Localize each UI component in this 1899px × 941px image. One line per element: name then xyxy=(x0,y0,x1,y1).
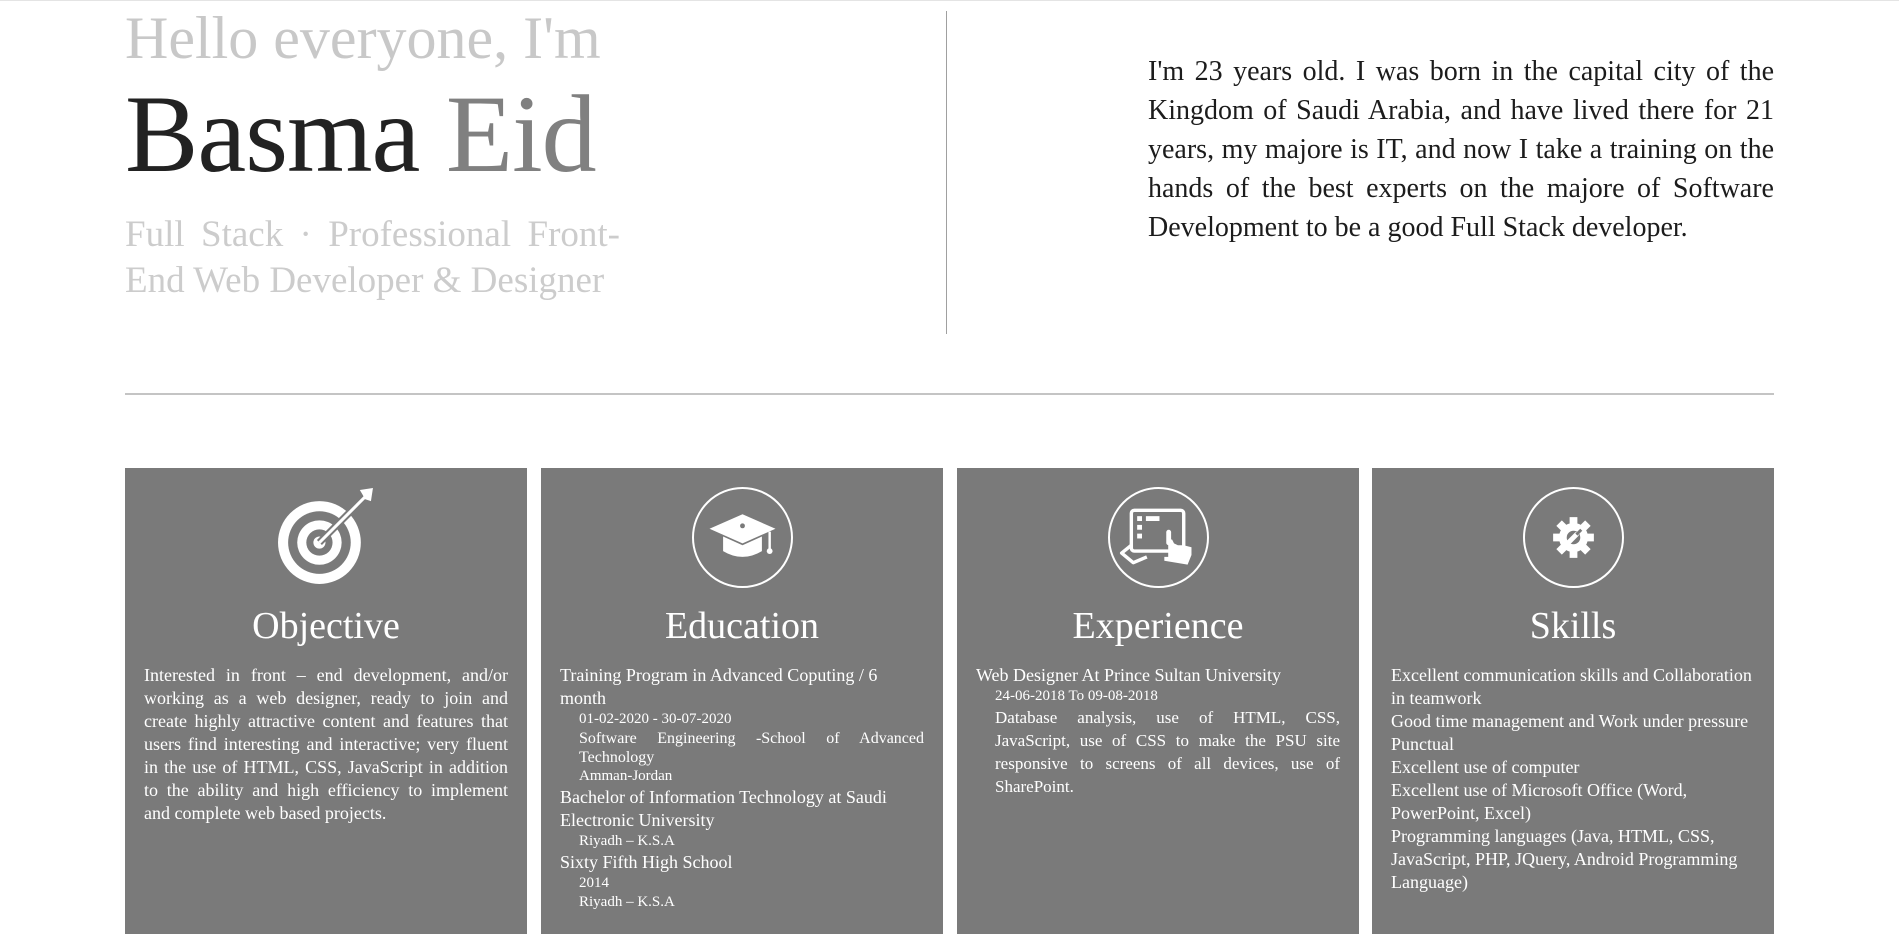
info-cards: Objective Interested in front – end deve… xyxy=(125,468,1774,934)
experience-description: Database analysis, use of HTML, CSS, Jav… xyxy=(995,708,1340,796)
skills-title: Skills xyxy=(1529,605,1617,647)
horizontal-divider xyxy=(125,393,1774,395)
education-entry-location: Riyadh – K.S.A xyxy=(579,833,675,849)
education-entry: Sixty Fifth High School 2014 Riyadh – K.… xyxy=(560,851,924,912)
experience-title: Experience xyxy=(1072,605,1244,647)
education-entry-title: Sixty Fifth High School xyxy=(560,852,733,872)
touch-tablet-icon xyxy=(1108,487,1209,588)
skills-list: Excellent communication skills and Colla… xyxy=(1391,664,1755,894)
about-text: I'm 23 years old. I was born in the capi… xyxy=(1148,56,1774,243)
education-entry-location: Amman-Jordan xyxy=(579,768,673,784)
education-title: Education xyxy=(664,605,820,647)
skill-item: Excellent communication skills and Colla… xyxy=(1391,665,1752,708)
role-title: Full Stack · Professional Front-End Web … xyxy=(125,214,620,301)
top-border xyxy=(0,0,1899,1)
skills-card: Skills Excellent communication skills an… xyxy=(1372,468,1774,934)
vertical-divider xyxy=(946,11,947,334)
education-list: Training Program in Advanced Coputing / … xyxy=(560,664,924,912)
skill-item: Good time management and Work under pres… xyxy=(1391,711,1749,731)
education-entry-dates: 01-02-2020 - 30-07-2020 xyxy=(579,711,732,727)
experience-card: Experience Web Designer At Prince Sultan… xyxy=(957,468,1359,934)
skill-item: Programming languages (Java, HTML, CSS, … xyxy=(1391,826,1738,892)
education-entry: Training Program in Advanced Coputing / … xyxy=(560,664,924,786)
objective-card: Objective Interested in front – end deve… xyxy=(125,468,527,934)
education-entry-title: Training Program in Advanced Coputing / … xyxy=(560,665,878,708)
education-entry-school: Software Engineering -School of Advanced… xyxy=(579,730,924,766)
skill-item: Excellent use of computer xyxy=(1391,757,1580,777)
target-icon xyxy=(276,487,377,588)
education-entry: Bachelor of Information Technology at Sa… xyxy=(560,786,924,851)
hero-intro: Hello everyone, I'm Basma Eid Full Stack… xyxy=(125,4,625,304)
greeting-text: Hello everyone, I'm xyxy=(125,5,601,71)
skill-item: Excellent use of Microsoft Office (Word,… xyxy=(1391,780,1688,823)
objective-title: Objective xyxy=(252,605,400,647)
last-name: Eid xyxy=(445,73,597,195)
first-name: Basma xyxy=(125,73,420,195)
experience-details: Web Designer At Prince Sultan University… xyxy=(976,664,1340,798)
experience-dates: 24-06-2018 To 09-08-2018 xyxy=(995,688,1158,704)
skill-item: Punctual xyxy=(1391,734,1454,754)
education-card: Education Training Program in Advanced C… xyxy=(541,468,943,934)
education-entry-title: Bachelor of Information Technology at Sa… xyxy=(560,787,887,830)
experience-job-title: Web Designer At Prince Sultan University xyxy=(976,665,1281,685)
graduation-cap-icon xyxy=(692,487,793,588)
full-name: Basma Eid xyxy=(125,78,625,190)
education-entry-location: Riyadh – K.S.A xyxy=(579,894,675,910)
objective-text: Interested in front – end development, a… xyxy=(144,665,508,823)
gear-wrench-icon xyxy=(1523,487,1624,588)
education-entry-year: 2014 xyxy=(579,875,609,891)
